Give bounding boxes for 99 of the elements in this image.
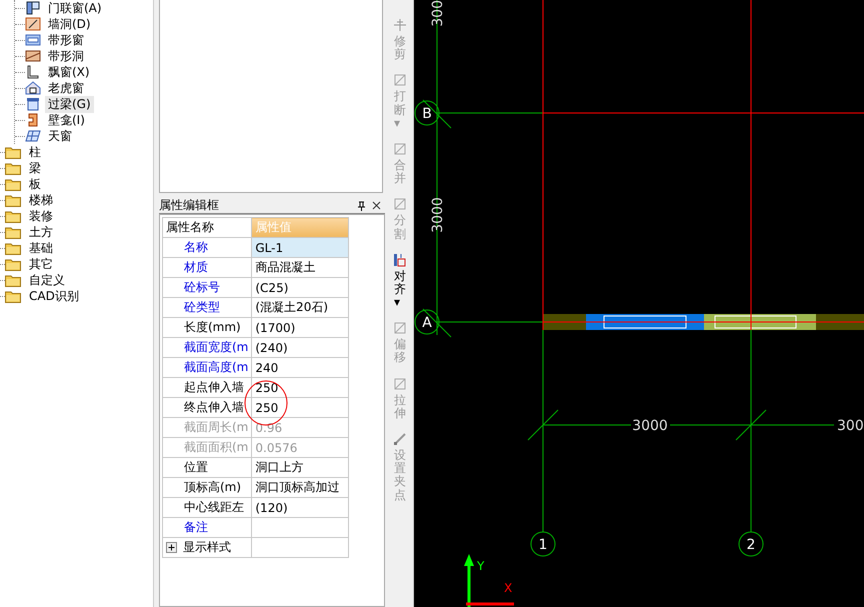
bay-window-icon xyxy=(25,65,41,79)
tree-item[interactable]: 壁龛(I) xyxy=(45,112,88,128)
pin-icon[interactable] xyxy=(356,200,366,210)
property-name: 位置 xyxy=(184,459,208,476)
folder-icon xyxy=(5,194,21,206)
offset-icon xyxy=(393,321,407,336)
dimension-text: 3000 xyxy=(430,197,446,233)
break-icon xyxy=(393,73,407,88)
value-cell[interactable] xyxy=(252,518,349,538)
value-cell[interactable]: (240) xyxy=(252,338,349,358)
grid-bubble xyxy=(414,310,440,334)
folder-icon xyxy=(5,242,21,254)
grid-bubble xyxy=(738,532,764,556)
window-icon xyxy=(25,33,41,47)
value-cell[interactable]: (C25) xyxy=(252,278,349,298)
value-cell[interactable]: (混凝土20石) xyxy=(252,298,349,318)
window-icon xyxy=(25,49,41,63)
grid-bubble xyxy=(414,100,440,126)
stretch-icon xyxy=(393,376,407,391)
property-name: 中心线距左 xyxy=(184,499,244,516)
value-cell[interactable]: 洞口顶标高加过 xyxy=(252,478,349,498)
panel-title: 属性编辑框 xyxy=(159,197,220,214)
property-name: 砼标号 xyxy=(184,279,220,296)
tree-item[interactable]: 过梁(G) xyxy=(45,96,94,112)
group-row-label: 显示样式 xyxy=(183,539,231,556)
folder-icon xyxy=(5,210,21,222)
trim-icon xyxy=(393,18,407,32)
dimension-text: 300 xyxy=(430,0,446,27)
tree-item[interactable]: 带形窗 xyxy=(45,32,87,48)
align-icon xyxy=(393,252,407,267)
property-name: 长度(mm) xyxy=(184,319,241,336)
dimension-text: 3000 xyxy=(632,418,668,434)
grip-icon xyxy=(393,432,407,446)
value-cell[interactable]: 240 xyxy=(252,358,349,378)
folder-icon xyxy=(5,178,21,190)
property-name: 截面面积(m xyxy=(184,439,248,456)
skylight-icon xyxy=(25,129,41,143)
grid-label: B xyxy=(422,106,432,122)
tree-item[interactable]: 带形洞 xyxy=(45,48,87,64)
property-name: 截面周长(m xyxy=(184,419,248,436)
tree-item[interactable]: 其它 xyxy=(29,256,53,272)
window-icon xyxy=(25,1,41,15)
folder-icon xyxy=(5,146,21,158)
tree-item[interactable]: 飘窗(X) xyxy=(45,64,93,80)
folder-icon xyxy=(5,162,21,174)
toolbar-button[interactable]: 对齐▾ xyxy=(393,252,407,310)
value-cell[interactable]: (120) xyxy=(252,498,349,518)
house-icon xyxy=(25,81,41,95)
value-cell[interactable]: 250 xyxy=(252,398,349,418)
axis-label: X xyxy=(504,581,512,595)
folder-icon xyxy=(5,274,21,286)
property-name: 材质 xyxy=(184,259,208,276)
y-axis-arrow xyxy=(464,554,474,607)
tree-item[interactable]: 老虎窗 xyxy=(45,80,87,96)
tree-item[interactable]: 楼梯 xyxy=(29,192,53,208)
tree-item[interactable]: 天窗 xyxy=(45,128,75,144)
value-cell[interactable] xyxy=(252,538,349,558)
grid-label: 2 xyxy=(746,537,756,553)
value-cell[interactable]: GL-1 xyxy=(252,238,349,258)
property-name: 终点伸入墙 xyxy=(184,399,244,416)
tree-item[interactable]: 板 xyxy=(29,176,41,192)
value-cell[interactable]: 250 xyxy=(252,378,349,398)
dimension-text: 300 xyxy=(837,418,864,434)
tree-item[interactable]: 装修 xyxy=(29,208,53,224)
lintel-icon xyxy=(25,97,41,111)
tree-item[interactable]: 基础 xyxy=(29,240,53,256)
value-cell[interactable]: 商品混凝土 xyxy=(252,258,349,278)
property-name: 截面高度(m xyxy=(184,359,248,376)
tree-item[interactable]: 柱 xyxy=(29,144,41,160)
property-name: 起点伸入墙 xyxy=(184,379,244,396)
column-header: 属性值 xyxy=(252,218,349,238)
grid-label: A xyxy=(422,315,432,331)
property-name: 备注 xyxy=(184,519,208,536)
tree-item[interactable]: 土方 xyxy=(29,224,53,240)
property-name: 截面宽度(m xyxy=(184,339,248,356)
tree-item[interactable]: 梁 xyxy=(29,160,41,176)
folder-icon xyxy=(5,258,21,270)
property-name: 名称 xyxy=(184,239,208,256)
grid-bubble xyxy=(530,532,556,556)
grid-label: 1 xyxy=(538,537,548,553)
expand-icon[interactable] xyxy=(166,542,177,553)
window-icon xyxy=(25,17,41,31)
value-cell[interactable]: 洞口上方 xyxy=(252,458,349,478)
merge-icon xyxy=(393,142,407,156)
value-cell[interactable]: (1700) xyxy=(252,318,349,338)
property-name: 顶标高(m) xyxy=(184,479,242,496)
folder-icon xyxy=(5,226,21,238)
property-name: 砼类型 xyxy=(184,299,220,316)
wall-segment xyxy=(816,314,864,330)
tree-item[interactable]: 墙洞(D) xyxy=(45,16,94,32)
column-header: 属性名称 xyxy=(162,218,252,238)
split-icon xyxy=(393,197,407,212)
folder-icon xyxy=(5,290,21,302)
axis-label: Y xyxy=(477,559,484,573)
tree-item[interactable]: CAD识别 xyxy=(29,288,79,304)
close-icon[interactable] xyxy=(372,201,381,210)
tree-item[interactable]: 门联窗(A) xyxy=(45,0,105,16)
tree-item[interactable]: 自定义 xyxy=(29,272,65,288)
wall-segment xyxy=(543,314,586,330)
